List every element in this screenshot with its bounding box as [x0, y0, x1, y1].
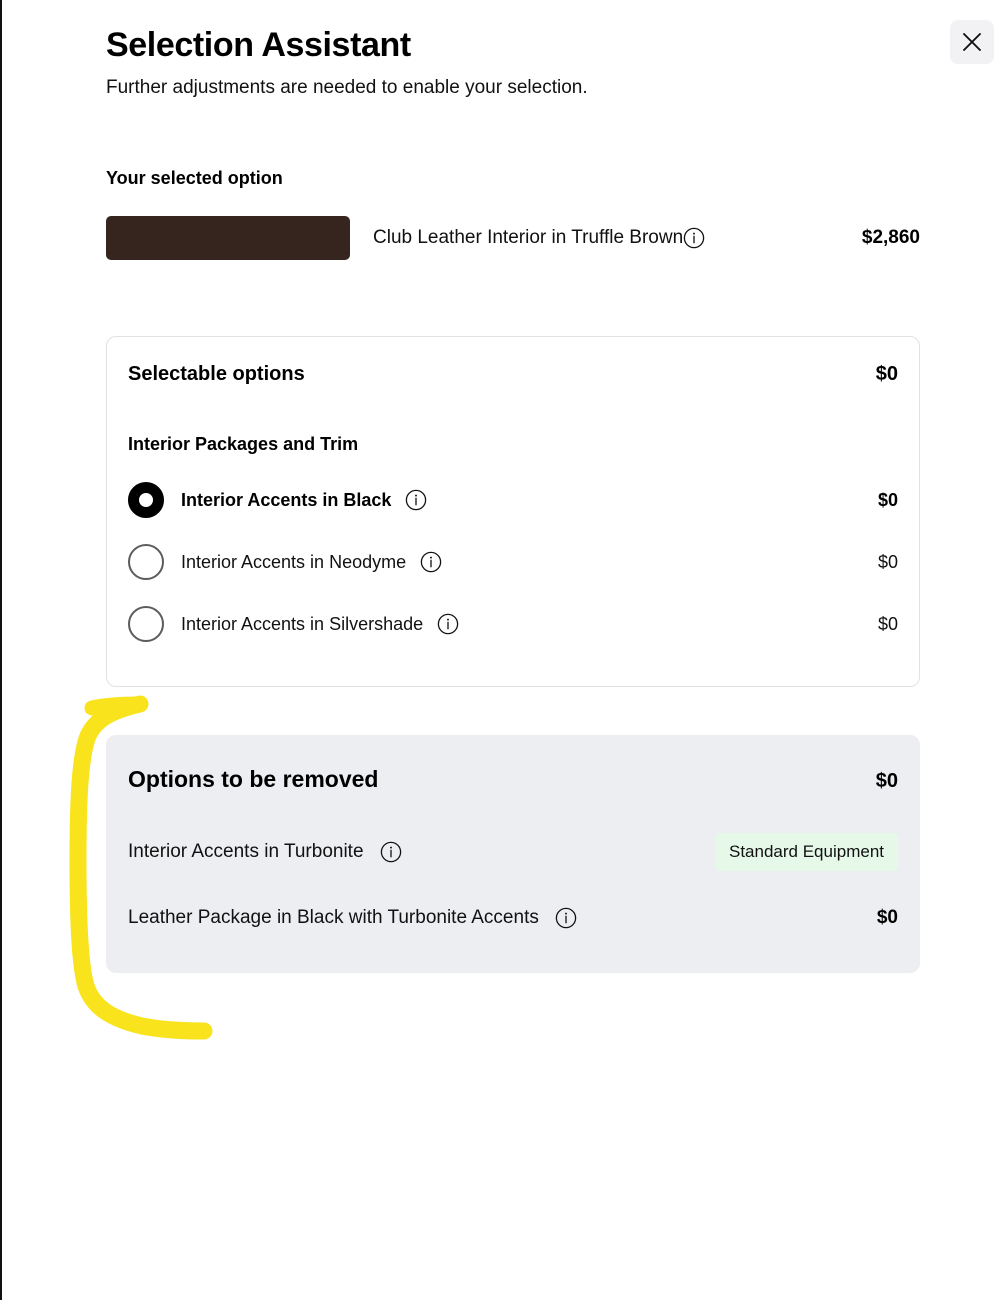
option-row-interior-accents-black[interactable]: Interior Accents in Black $0: [107, 469, 919, 531]
removed-item-status: $0: [877, 907, 898, 929]
dialog-header: Selection Assistant Further adjustments …: [106, 26, 918, 101]
option-radio-list: Interior Accents in Black $0 Interior Ac…: [107, 469, 919, 655]
options-removed-price: $0: [875, 770, 898, 792]
removed-row-interior-accents-turbonite: Interior Accents in Turbonite Standard E…: [107, 819, 919, 885]
options-removed-header: Options to be removed $0: [107, 736, 919, 793]
status-badge: Standard Equipment: [715, 833, 898, 871]
selected-option-row: Club Leather Interior in Truffle Brown $…: [106, 216, 920, 260]
info-icon[interactable]: [380, 841, 402, 863]
option-price: $0: [877, 613, 898, 634]
selected-option-price: $2,860: [861, 227, 920, 248]
removed-item-label: Interior Accents in Turbonite: [128, 841, 364, 862]
removed-item-price: $0: [876, 907, 898, 928]
close-icon: [961, 31, 983, 53]
selection-assistant-dialog: Selection Assistant Further adjustments …: [0, 0, 1002, 1300]
removed-row-leather-package-black-turbonite: Leather Package in Black with Turbonite …: [107, 885, 919, 951]
removed-item-status: Standard Equipment: [715, 833, 898, 871]
color-swatch: [106, 216, 350, 260]
selected-option-name: Club Leather Interior in Truffle Brown: [373, 227, 684, 248]
dialog-footer: Accept changes Cancel selection Total pr…: [2, 1170, 1002, 1300]
close-button[interactable]: [950, 20, 994, 64]
radio-button[interactable]: [128, 606, 164, 642]
option-price: $0: [877, 551, 898, 572]
selectable-options-price: $0: [875, 363, 898, 385]
info-icon[interactable]: [420, 551, 442, 573]
removed-item-label: Leather Package in Black with Turbonite …: [128, 907, 539, 928]
dialog-subtitle: Further adjustments are needed to enable…: [106, 77, 588, 99]
option-label: Interior Accents in Black: [181, 489, 392, 510]
removed-items-list: Interior Accents in Turbonite Standard E…: [107, 819, 919, 951]
option-row-interior-accents-silvershade[interactable]: Interior Accents in Silvershade $0: [107, 593, 919, 655]
option-row-interior-accents-neodyme[interactable]: Interior Accents in Neodyme $0: [107, 531, 919, 593]
option-group-title: Interior Packages and Trim: [128, 434, 359, 454]
radio-button[interactable]: [128, 482, 164, 518]
option-price: $0: [877, 489, 898, 510]
options-removed-title: Options to be removed: [128, 766, 379, 792]
selectable-options-title: Selectable options: [128, 363, 305, 385]
option-label: Interior Accents in Neodyme: [181, 551, 407, 572]
page-title: Selection Assistant: [106, 26, 411, 64]
info-icon[interactable]: [437, 613, 459, 635]
selectable-options-card: Selectable options $0 Interior Packages …: [106, 336, 920, 687]
info-icon[interactable]: [555, 907, 577, 929]
info-icon[interactable]: [405, 489, 427, 511]
selectable-options-header: Selectable options $0: [107, 337, 919, 386]
info-icon[interactable]: [683, 227, 705, 249]
options-to-be-removed-card: Options to be removed $0 Interior Accent…: [106, 735, 920, 973]
radio-button[interactable]: [128, 544, 164, 580]
option-label: Interior Accents in Silvershade: [181, 613, 424, 634]
selected-option-label: Your selected option: [106, 168, 283, 188]
